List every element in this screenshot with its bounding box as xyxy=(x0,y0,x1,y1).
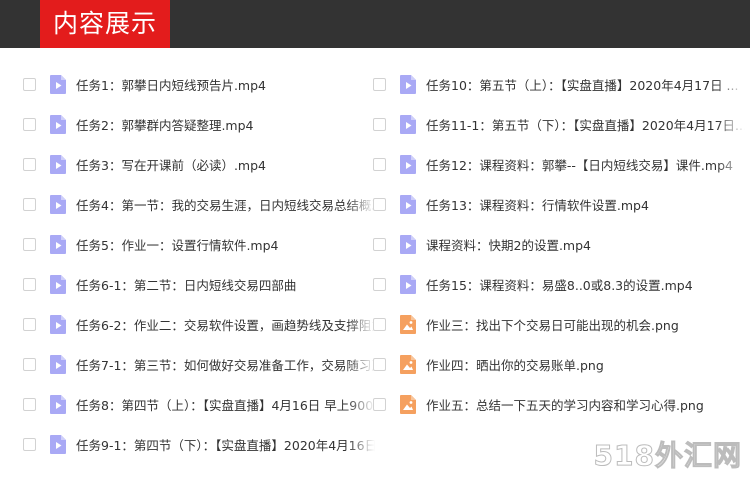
list-item[interactable]: 任务8：第四节（上）：【实盘直播】4月16日 早上900 xyxy=(20,384,375,424)
video-icon xyxy=(50,194,66,214)
file-name: 任务2：郭攀群内答疑整理.mp4 xyxy=(76,117,254,133)
item-checkbox[interactable] xyxy=(373,157,386,171)
file-name: 任务8：第四节（上）：【实盘直播】4月16日 早上900 xyxy=(76,397,374,413)
item-checkbox[interactable] xyxy=(373,277,386,291)
image-icon xyxy=(400,394,416,414)
video-icon xyxy=(50,74,66,94)
item-checkbox[interactable] xyxy=(373,237,386,251)
list-item[interactable]: 任务12：课程资料：郭攀--【日内短线交易】课件.mp4 xyxy=(370,144,745,184)
file-name: 任务4：第一节：我的交易生涯，日内短线交易总结概况 xyxy=(76,197,375,213)
file-name: 作业五：总结一下五天的学习内容和学习心得.png xyxy=(426,397,704,413)
list-item[interactable]: 任务13：课程资料：行情软件设置.mp4 xyxy=(370,184,745,224)
item-checkbox[interactable] xyxy=(23,77,36,91)
list-item[interactable]: 任务15：课程资料：易盛8..0或8.3的设置.mp4 xyxy=(370,264,745,304)
list-item[interactable]: 任务6-2：作业二：交易软件设置，画趋势线及支撑阻力 xyxy=(20,304,375,344)
list-item[interactable]: 课程资料：快期2的设置.mp4 xyxy=(370,224,745,264)
list-item[interactable]: 任务10：第五节（上）：【实盘直播】2020年4月17日 ... xyxy=(370,64,745,104)
item-checkbox[interactable] xyxy=(373,197,386,211)
item-checkbox[interactable] xyxy=(23,117,36,131)
image-icon xyxy=(400,314,416,334)
item-checkbox[interactable] xyxy=(373,397,386,411)
list-item[interactable]: 任务1：郭攀日内短线预告片.mp4 xyxy=(20,64,375,104)
video-icon xyxy=(400,274,416,294)
video-icon xyxy=(50,394,66,414)
video-icon xyxy=(50,274,66,294)
video-icon xyxy=(400,154,416,174)
item-checkbox[interactable] xyxy=(23,357,36,371)
list-item[interactable]: 任务9-1：第四节（下）：【实盘直播】2020年4月16日 ... xyxy=(20,424,375,464)
video-icon xyxy=(400,114,416,134)
file-name: 任务12：课程资料：郭攀--【日内短线交易】课件.mp4 xyxy=(426,157,733,173)
video-icon xyxy=(400,194,416,214)
file-name: 课程资料：快期2的设置.mp4 xyxy=(426,237,591,253)
video-icon xyxy=(400,234,416,254)
video-icon xyxy=(400,74,416,94)
file-name: 任务11-1：第五节（下）：【实盘直播】2020年4月17日... xyxy=(426,117,745,133)
list-item[interactable]: 任务4：第一节：我的交易生涯，日内短线交易总结概况 xyxy=(20,184,375,224)
video-icon xyxy=(50,354,66,374)
file-list-right: 任务10：第五节（上）：【实盘直播】2020年4月17日 ... 任务11-1：第… xyxy=(370,64,745,424)
video-icon xyxy=(50,234,66,254)
item-checkbox[interactable] xyxy=(23,157,36,171)
list-item[interactable]: 任务3：写在开课前（必读）.mp4 xyxy=(20,144,375,184)
file-name: 任务6-1：第二节：日内短线交易四部曲 xyxy=(76,277,297,293)
file-name: 任务13：课程资料：行情软件设置.mp4 xyxy=(426,197,649,213)
list-item[interactable]: 任务6-1：第二节：日内短线交易四部曲 xyxy=(20,264,375,304)
item-checkbox[interactable] xyxy=(23,277,36,291)
video-icon xyxy=(50,314,66,334)
file-name: 作业四：晒出你的交易账单.png xyxy=(426,357,604,373)
item-checkbox[interactable] xyxy=(23,317,36,331)
list-item[interactable]: 任务7-1：第三节：如何做好交易准备工作，交易随习及 xyxy=(20,344,375,384)
item-checkbox[interactable] xyxy=(23,237,36,251)
watermark: 518外汇网 xyxy=(593,439,742,473)
list-item[interactable]: 作业三：找出下个交易日可能出现的机会.png xyxy=(370,304,745,344)
file-name: 任务1：郭攀日内短线预告片.mp4 xyxy=(76,77,266,93)
file-name: 任务5：作业一：设置行情软件.mp4 xyxy=(76,237,279,253)
file-name: 任务7-1：第三节：如何做好交易准备工作，交易随习及 xyxy=(76,357,375,373)
image-icon xyxy=(400,354,416,374)
item-checkbox[interactable] xyxy=(373,117,386,131)
video-icon xyxy=(50,114,66,134)
item-checkbox[interactable] xyxy=(373,317,386,331)
list-item[interactable]: 任务2：郭攀群内答疑整理.mp4 xyxy=(20,104,375,144)
item-checkbox[interactable] xyxy=(373,357,386,371)
header-bar: 内容展示 xyxy=(0,0,750,48)
video-icon xyxy=(50,154,66,174)
file-name: 作业三：找出下个交易日可能出现的机会.png xyxy=(426,317,679,333)
file-name: 任务9-1：第四节（下）：【实盘直播】2020年4月16日 ... xyxy=(76,437,375,453)
file-name: 任务3：写在开课前（必读）.mp4 xyxy=(76,157,266,173)
page-title: 内容展示 xyxy=(40,0,171,48)
item-checkbox[interactable] xyxy=(23,197,36,211)
video-icon xyxy=(50,434,66,454)
file-name: 任务6-2：作业二：交易软件设置，画趋势线及支撑阻力 xyxy=(76,317,375,333)
file-name: 任务15：课程资料：易盛8..0或8.3的设置.mp4 xyxy=(426,277,693,293)
list-item[interactable]: 作业五：总结一下五天的学习内容和学习心得.png xyxy=(370,384,745,424)
list-item[interactable]: 任务11-1：第五节（下）：【实盘直播】2020年4月17日... xyxy=(370,104,745,144)
file-name: 任务10：第五节（上）：【实盘直播】2020年4月17日 ... xyxy=(426,77,739,93)
item-checkbox[interactable] xyxy=(23,397,36,411)
item-checkbox[interactable] xyxy=(23,437,36,451)
item-checkbox[interactable] xyxy=(373,77,386,91)
list-item[interactable]: 任务5：作业一：设置行情软件.mp4 xyxy=(20,224,375,264)
list-item[interactable]: 作业四：晒出你的交易账单.png xyxy=(370,344,745,384)
file-list-left: 任务1：郭攀日内短线预告片.mp4 任务2：郭攀群内答疑整理.mp4 任务3：写在开… xyxy=(20,64,375,464)
